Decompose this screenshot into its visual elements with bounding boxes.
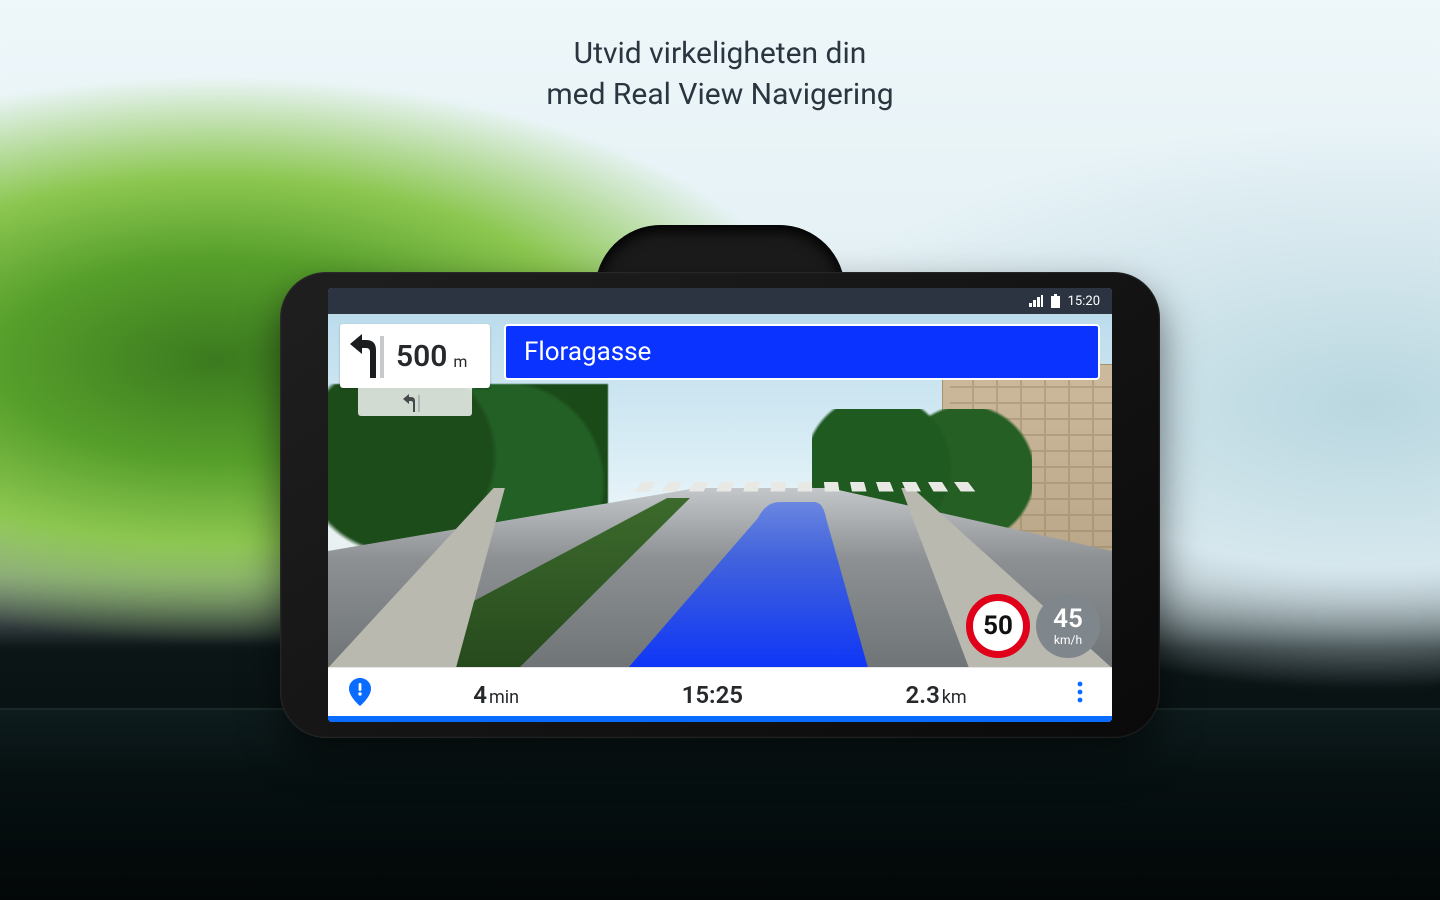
remaining-distance-value: 2.3 — [906, 681, 940, 709]
current-speed-badge: 45 km/h — [1036, 594, 1100, 658]
bottom-accent-bar — [328, 716, 1112, 722]
lane-indicator — [358, 388, 472, 416]
status-time: 15:20 — [1068, 294, 1100, 309]
speed-limit-value: 50 — [983, 611, 1013, 641]
promo-heading: Utvid virkeligheten din med Real View Na… — [0, 34, 1440, 115]
street-name-bar[interactable]: Floragasse — [504, 324, 1100, 380]
remaining-time-value: 4 — [473, 681, 487, 709]
turn-distance-value: 500 — [396, 339, 447, 374]
turn-left-icon — [350, 330, 390, 382]
turn-instruction-chip[interactable]: 500 m — [340, 324, 490, 388]
phone-frame: 15:20 — [280, 272, 1160, 738]
current-speed-unit: km/h — [1054, 634, 1082, 646]
signal-icon — [1029, 295, 1043, 307]
bottom-info-bar: 4min 15:25 2.3km — [328, 667, 1112, 722]
remaining-time: 4min — [473, 681, 519, 709]
eta: 15:25 — [682, 681, 743, 709]
turn-distance-unit: m — [453, 352, 467, 371]
crosswalk — [634, 482, 978, 492]
speed-badges: 50 45 km/h — [966, 594, 1100, 658]
promo-heading-line2: med Real View Navigering — [0, 75, 1440, 116]
battery-icon — [1051, 294, 1060, 308]
current-speed-value: 45 — [1053, 606, 1083, 632]
report-button[interactable] — [328, 668, 392, 722]
kebab-menu-icon — [1077, 681, 1083, 709]
speed-limit-badge: 50 — [966, 594, 1030, 658]
phone-screen: 15:20 — [328, 288, 1112, 722]
map-pin-alert-icon — [349, 678, 371, 712]
more-menu-button[interactable] — [1048, 668, 1112, 722]
remaining-distance-unit: km — [942, 687, 967, 708]
street-name-label: Floragasse — [524, 337, 651, 367]
eta-value: 15:25 — [682, 681, 743, 709]
promo-heading-line1: Utvid virkeligheten din — [0, 34, 1440, 75]
trip-stats[interactable]: 4min 15:25 2.3km — [392, 681, 1048, 709]
remaining-time-unit: min — [489, 687, 519, 708]
android-status-bar: 15:20 — [328, 288, 1112, 314]
remaining-distance: 2.3km — [906, 681, 967, 709]
